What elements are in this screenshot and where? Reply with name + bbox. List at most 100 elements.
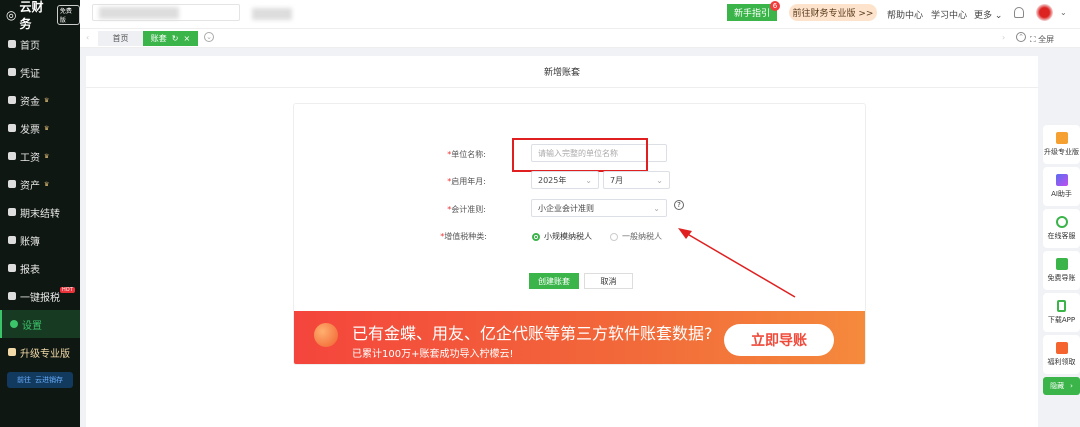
close-icon[interactable]: × xyxy=(184,34,191,43)
vat-radio-small[interactable]: 小规模纳税人 xyxy=(532,231,592,242)
headset-icon xyxy=(1055,216,1068,228)
sidebar-item[interactable]: 报表 xyxy=(0,254,80,282)
chevron-down-icon: ⌄ xyxy=(653,203,660,213)
sidebar-item-label: 发票 xyxy=(20,124,40,136)
sidebar-item[interactable]: 凭证 xyxy=(0,58,80,86)
crown-icon xyxy=(1055,132,1068,144)
decorative-ball xyxy=(314,323,338,347)
sidebar: ◎ 云财务 免费版 首页 凭证 资金 ♛ 发票 ♛ 工资 ♛ 资产 ♛ 期末结转 账簿 报表 一键报税 HOT 设… xyxy=(0,0,80,427)
nav-icon xyxy=(8,124,16,132)
create-account-button[interactable]: 创建账套 xyxy=(529,273,579,289)
import-now-button[interactable]: 立即导账 xyxy=(724,324,834,356)
sidebar-item-label: 资金 xyxy=(20,96,40,108)
nav-icon xyxy=(8,152,16,160)
more-menu[interactable]: 更多 ⌄ xyxy=(974,8,1002,21)
sidebar-item-label: 账簿 xyxy=(20,236,40,248)
sidebar-item-label: 一键报税 xyxy=(20,292,60,304)
nav-icon xyxy=(8,292,16,300)
tabs-dropdown-icon[interactable]: ⌄ xyxy=(204,32,214,42)
tab-account[interactable]: 账套 ↻ × xyxy=(143,31,198,46)
standard-label: *会计准则: xyxy=(447,205,486,214)
tab-home[interactable]: 首页 xyxy=(98,31,143,46)
rp-ai[interactable]: AI助手 xyxy=(1043,167,1080,206)
chevron-right-icon[interactable]: › xyxy=(1002,33,1005,42)
sidebar-item[interactable]: 资产 ♛ xyxy=(0,170,80,198)
refresh-icon[interactable]: ↻ xyxy=(172,34,179,43)
nav-icon xyxy=(8,68,16,76)
rp-import[interactable]: 免费导账 xyxy=(1043,251,1080,290)
import-banner[interactable]: 已有金蝶、用友、亿企代账等第三方软件账套数据? 已累计100万+账套成功导入柠檬… xyxy=(294,311,865,364)
topbar: 新手指引 6 前往财务专业版 >> 帮助中心 学习中心 更多 ⌄ ⌄ xyxy=(80,0,1080,28)
bell-icon[interactable] xyxy=(1014,7,1024,18)
accounting-standard-select[interactable]: 小企业会计准则 ⌄ xyxy=(531,199,667,217)
ai-icon xyxy=(1055,174,1068,186)
help-icon[interactable]: ? xyxy=(674,200,684,210)
nav-icon xyxy=(8,264,16,272)
sidebar-item[interactable]: 首页 xyxy=(0,30,80,58)
collapse-icon[interactable]: ⌃ xyxy=(1016,32,1026,42)
edition-badge: 免费版 xyxy=(56,5,80,25)
unit-name-label: *单位名称: xyxy=(447,150,486,159)
sidebar-item[interactable]: 设置 xyxy=(0,310,80,338)
learning-center-link[interactable]: 学习中心 xyxy=(931,8,967,21)
page-title: 新增账套 xyxy=(86,56,1038,88)
blurred-text xyxy=(252,8,292,20)
crown-icon: ♛ xyxy=(44,124,50,132)
nav-icon xyxy=(8,348,16,356)
help-center-link[interactable]: 帮助中心 xyxy=(887,8,923,21)
crown-icon: ♛ xyxy=(44,180,50,188)
vat-type-label: *增值税种类: xyxy=(440,232,487,241)
banner-title: 已有金蝶、用友、亿企代账等第三方软件账套数据? xyxy=(352,324,713,343)
logo-text: 云财务 xyxy=(19,0,44,31)
sidebar-item[interactable]: 发票 ♛ xyxy=(0,114,80,142)
nav-icon xyxy=(8,96,16,104)
pro-version-button[interactable]: 前往财务专业版 >> xyxy=(789,4,877,21)
year-select[interactable]: 2025年 ⌄ xyxy=(531,171,599,189)
hot-badge: HOT xyxy=(60,287,75,293)
chevron-right-icon: › xyxy=(1070,382,1073,390)
chevron-down-icon: ⌄ xyxy=(656,175,663,185)
radio-unchecked-icon xyxy=(610,232,618,241)
chevron-left-icon[interactable]: ‹ xyxy=(86,33,89,42)
jxc-button[interactable]: 前往 云进销存 xyxy=(7,372,73,388)
nav-icon xyxy=(8,40,16,48)
fullscreen-label: 全屏 xyxy=(1038,35,1055,44)
rp-service[interactable]: 在线客服 xyxy=(1043,209,1080,248)
rp-app[interactable]: 下载APP xyxy=(1043,293,1080,332)
company-search[interactable] xyxy=(92,4,240,21)
blurred-text xyxy=(99,7,179,19)
rp-gift[interactable]: 福利领取 xyxy=(1043,335,1080,374)
chevron-down-icon[interactable]: ⌄ xyxy=(1060,8,1067,17)
sidebar-item[interactable]: 资金 ♛ xyxy=(0,86,80,114)
sidebar-item[interactable]: 升级专业版 xyxy=(0,338,80,366)
sidebar-item[interactable]: 期末结转 xyxy=(0,198,80,226)
crown-icon: ♛ xyxy=(44,96,50,104)
jxc-label: 云进销存 xyxy=(35,376,63,384)
jxc-prefix: 前往 xyxy=(17,376,31,384)
avatar[interactable] xyxy=(1036,4,1053,21)
sidebar-item-label: 期末结转 xyxy=(20,208,60,220)
month-select[interactable]: 7月 ⌄ xyxy=(603,171,670,189)
sidebar-item-label: 设置 xyxy=(22,320,42,332)
gift-icon xyxy=(1055,342,1068,354)
start-date-label: *启用年月: xyxy=(447,177,486,186)
sidebar-item-label: 凭证 xyxy=(20,68,40,80)
right-panel: 升级专业版 AI助手 在线客服 免费导账 下载APP 福利领取 隐藏 › xyxy=(1043,125,1080,395)
logo: ◎ 云财务 免费版 xyxy=(0,0,80,31)
sidebar-item-label: 首页 xyxy=(20,40,40,52)
sidebar-item[interactable]: 一键报税 HOT xyxy=(0,282,80,310)
hide-panel-button[interactable]: 隐藏 › xyxy=(1043,377,1080,395)
sidebar-item[interactable]: 账簿 xyxy=(0,226,80,254)
nav-icon xyxy=(8,208,16,216)
cancel-button[interactable]: 取消 xyxy=(584,273,633,289)
sidebar-item[interactable]: 工资 ♛ xyxy=(0,142,80,170)
rp-upgrade[interactable]: 升级专业版 xyxy=(1043,125,1080,164)
fullscreen-button[interactable]: ⛶ 全屏 xyxy=(1030,34,1054,45)
tab-bar: ‹ 首页 账套 ↻ × ⌄ › ⌃ ⛶ 全屏 xyxy=(80,28,1080,48)
vat-radio-general[interactable]: 一般纳税人 xyxy=(610,231,662,242)
nav-icon xyxy=(10,320,18,328)
new-account-form: *单位名称: 请输入完整的单位名称 *启用年月: 2025年 ⌄ 7月 ⌄ *会计准… xyxy=(293,103,866,365)
sidebar-item-label: 升级专业版 xyxy=(20,348,70,360)
more-label: 更多 xyxy=(974,11,993,21)
chevron-down-icon: ⌄ xyxy=(585,175,592,185)
